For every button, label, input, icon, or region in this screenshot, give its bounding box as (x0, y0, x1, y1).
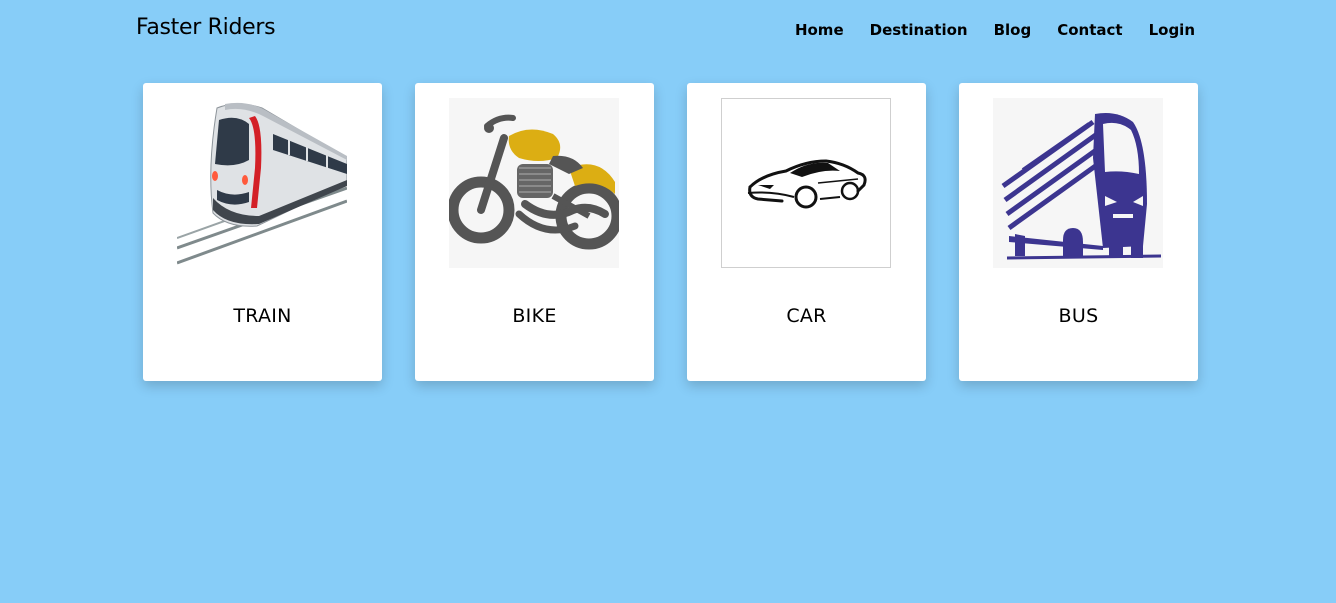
nav-blog-link[interactable]: Blog (994, 20, 1032, 40)
main-nav: Home Destination Blog Contact Login (795, 20, 1195, 40)
card-bus[interactable]: BUS (959, 83, 1198, 381)
card-car[interactable]: CAR (687, 83, 926, 381)
bus-image (993, 98, 1163, 268)
nav-home-link[interactable]: Home (795, 20, 844, 40)
card-bus-label: BUS (1058, 305, 1099, 327)
bike-image (449, 98, 619, 268)
sports-car-icon (747, 159, 867, 209)
card-train-label: TRAIN (233, 305, 292, 327)
bus-icon (1001, 113, 1162, 260)
train-image (177, 98, 347, 268)
brand-logo-text[interactable]: Faster Riders (136, 14, 276, 42)
vehicle-cards: TRAIN BIKE CAR BUS (143, 83, 1198, 381)
card-car-label: CAR (786, 305, 827, 327)
card-bike[interactable]: BIKE (415, 83, 654, 381)
nav-login-link[interactable]: Login (1149, 20, 1195, 40)
car-image (721, 98, 891, 268)
motorcycle-icon (449, 114, 619, 250)
nav-destination-link[interactable]: Destination (870, 20, 968, 40)
card-train[interactable]: TRAIN (143, 83, 382, 381)
train-icon (177, 102, 347, 265)
site-header: Faster Riders Home Destination Blog Cont… (0, 0, 1336, 60)
card-bike-label: BIKE (512, 305, 557, 327)
nav-contact-link[interactable]: Contact (1057, 20, 1122, 40)
